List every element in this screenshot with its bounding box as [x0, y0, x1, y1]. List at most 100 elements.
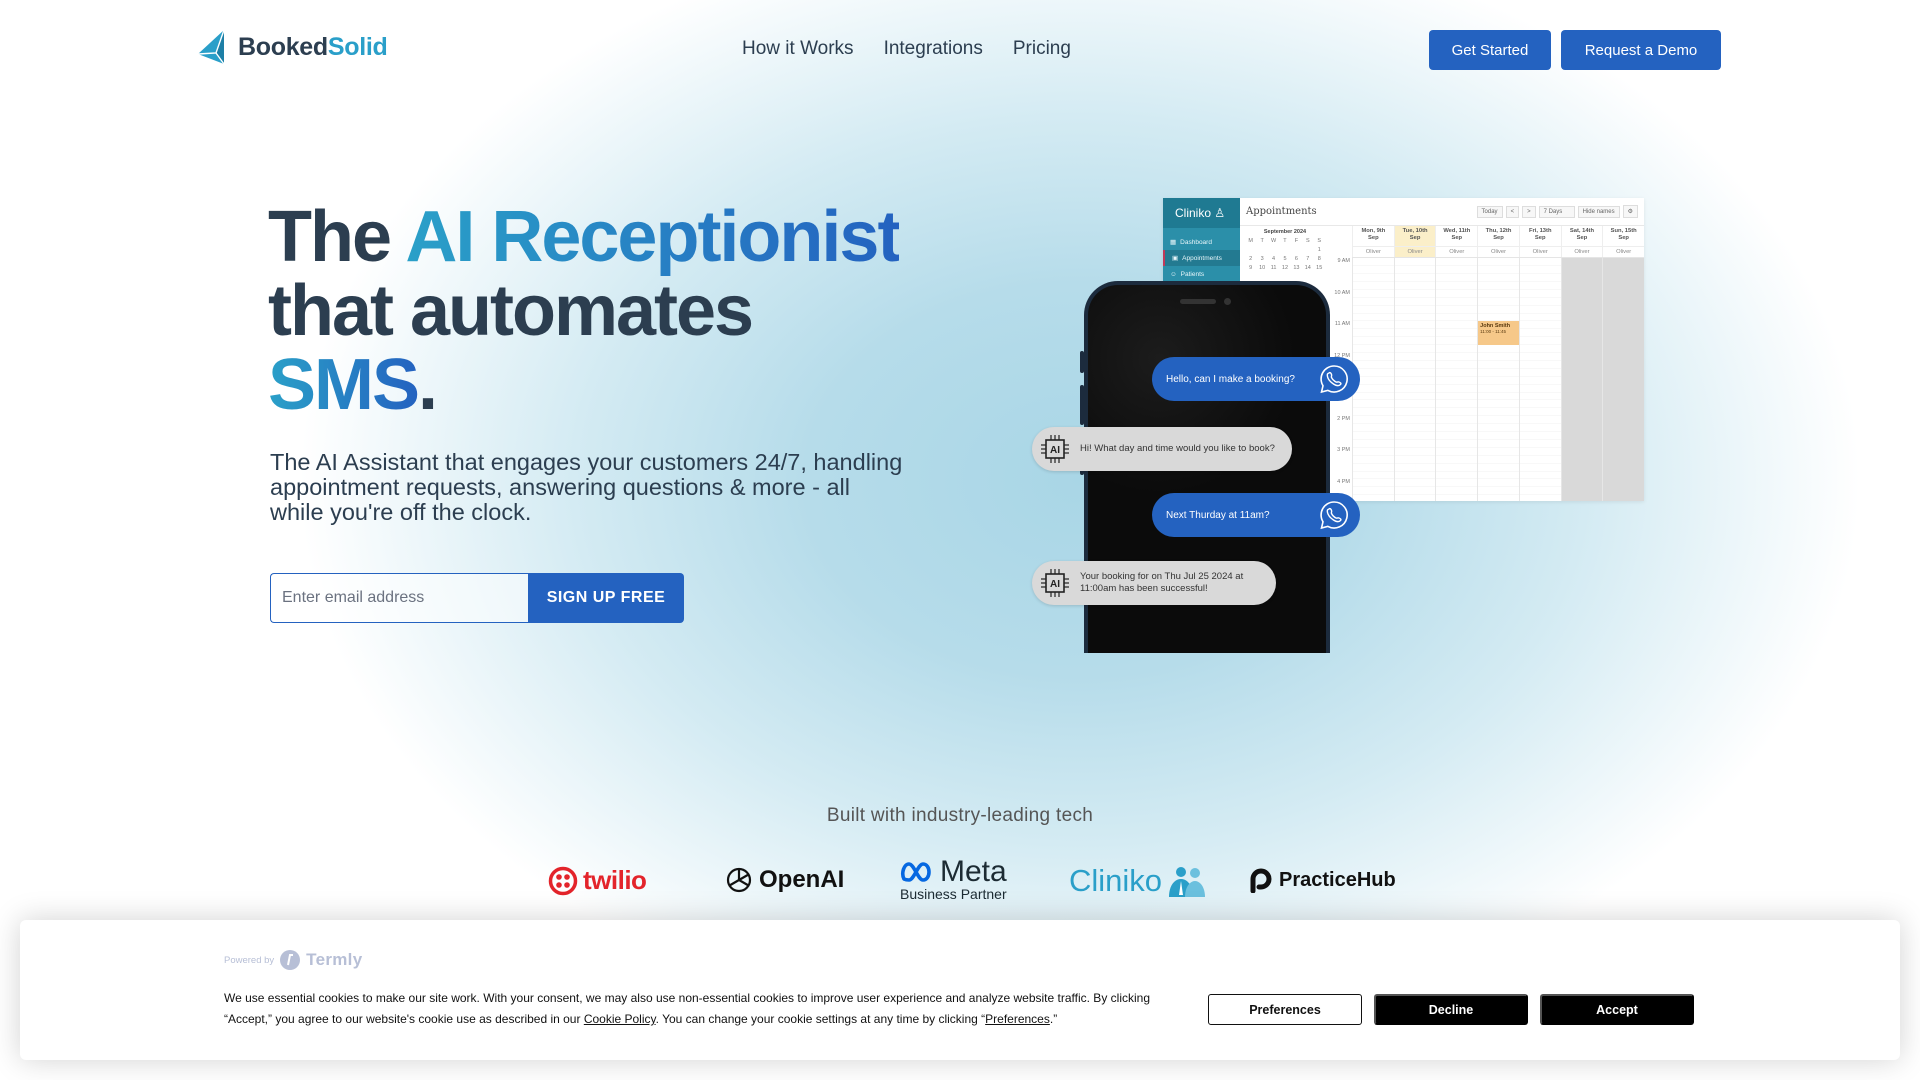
request-demo-button[interactable]: Request a Demo: [1561, 30, 1721, 70]
meta-business-partner-logo: Meta Business Partner: [900, 855, 1007, 903]
prev-control: <: [1505, 205, 1520, 218]
cookie-decline-button[interactable]: Decline: [1374, 994, 1528, 1025]
termly-logo-icon: [280, 950, 301, 970]
grid-icon: ▦: [1170, 239, 1177, 246]
people-icon: ♙: [1214, 206, 1226, 220]
user-icon: ☺: [1170, 270, 1177, 278]
day-month: Sep: [1409, 235, 1421, 241]
day-month: Sep: [1451, 235, 1463, 241]
mini-day: [1291, 246, 1302, 255]
practitioner-name: Oliver: [1436, 246, 1478, 256]
day-month: Sep: [1534, 235, 1546, 241]
time-label: 3 PM: [1337, 447, 1350, 453]
hero-title: The AI Receptionist that automates SMS.: [268, 197, 901, 425]
cookie-message: We use essential cookies to make our sit…: [224, 991, 1150, 1026]
nav-integrations[interactable]: Integrations: [884, 38, 983, 60]
ai-chip-icon: AI: [1041, 435, 1069, 463]
mini-week-row: 9 10 11 12 13 14 15: [1245, 264, 1325, 273]
time-label: 10 AM: [1334, 289, 1350, 296]
phone-camera: [1224, 298, 1231, 305]
time-label: 11 AM: [1334, 321, 1350, 327]
nav-how-it-works[interactable]: How it Works: [742, 38, 854, 60]
day-label: Tue, 10th: [1402, 228, 1428, 234]
hide-names-control: Hide names: [1577, 205, 1620, 218]
sidebar-item-patients: ☺ Patients: [1170, 270, 1205, 278]
mini-day: T: [1260, 238, 1264, 244]
brand-logo[interactable]: BookedSolid: [196, 28, 388, 66]
next-control: >: [1522, 205, 1536, 218]
openai-icon: [726, 867, 752, 893]
chat-message-ai: AI Hi! What day and time would you like …: [1032, 427, 1292, 471]
title-highlight: SMS: [268, 345, 420, 425]
today-control: Today: [1476, 205, 1503, 218]
practitioner-name: Oliver: [1353, 246, 1394, 256]
mini-day: [1245, 246, 1256, 255]
cookie-consent-banner: Powered by Termly We use essential cooki…: [20, 920, 1900, 1060]
practitioner-name: Oliver: [1519, 246, 1561, 256]
day-header: Sat, 14th Sep Oliver: [1560, 226, 1603, 257]
day-label: Fri, 13th: [1528, 228, 1552, 234]
day-column: [1518, 258, 1561, 501]
sign-up-free-button[interactable]: SIGN UP FREE: [528, 573, 684, 623]
ai-chip-icon: AI: [1041, 569, 1069, 597]
mini-day: S: [1317, 238, 1322, 244]
cookie-preferences-button[interactable]: Preferences: [1208, 994, 1362, 1025]
chat-message-ai: AI Your booking for on Thu Jul 25 2024 a…: [1032, 561, 1276, 605]
sidebar-item-dashboard: ▦ Dashboard: [1170, 238, 1212, 247]
whatsapp-icon: [1320, 501, 1348, 530]
phone-side-button: [1080, 385, 1084, 425]
meta-infinity-icon: [901, 862, 931, 882]
cliniko-people-icon: [1169, 867, 1206, 897]
phone-speaker: [1180, 299, 1216, 304]
email-input[interactable]: [270, 573, 528, 623]
day-label: Sat, 14th: [1569, 228, 1595, 234]
range-control: 7 Days: [1538, 205, 1575, 218]
openai-logo: OpenAI: [724, 865, 844, 895]
mini-day: 7: [1306, 256, 1310, 262]
day-label: Mon, 9th: [1361, 228, 1386, 234]
mini-day: [1279, 246, 1290, 255]
hero-subtitle: The AI Assistant that engages your custo…: [270, 449, 903, 525]
mini-day: 13: [1293, 265, 1300, 271]
cookie-accept-button[interactable]: Accept: [1540, 994, 1694, 1025]
day-month: Sep: [1576, 235, 1588, 241]
powered-by-termly[interactable]: Powered by Termly: [224, 950, 362, 970]
day-header: Wed, 11th Sep Oliver: [1435, 226, 1478, 257]
chat-message-user: Hello, can I make a booking?: [1152, 357, 1360, 401]
mini-day: [1268, 246, 1279, 255]
title-highlight: AI Receptionist: [405, 197, 901, 277]
mini-week-row: 2 3 4 5 6 7 8: [1245, 255, 1325, 264]
day-column: [1602, 258, 1644, 501]
day-headers: Mon, 9th Sep Oliver Tue, 10th Sep Oliver Wed, …: [1352, 226, 1644, 258]
day-label: Wed, 11th: [1443, 228, 1471, 234]
mini-day: [1256, 246, 1267, 255]
calendar-toolbar: Appointments Today < > 7 Days Hide names…: [1240, 198, 1644, 226]
day-column: [1560, 258, 1603, 501]
mini-day: 5: [1283, 256, 1287, 262]
mini-day: 8: [1317, 256, 1321, 262]
mini-day: 15: [1316, 265, 1323, 271]
day-header: Fri, 13th Sep Oliver: [1518, 226, 1561, 257]
site-header: BookedSolid How it Works Integrations Pr…: [0, 0, 1920, 100]
day-label: Thu, 12th: [1485, 228, 1512, 234]
cookie-policy-link[interactable]: Cookie Policy: [584, 1012, 656, 1026]
preferences-link[interactable]: Preferences: [985, 1012, 1050, 1026]
day-column: [1393, 258, 1436, 501]
mini-day: 1: [1317, 247, 1321, 253]
get-started-button[interactable]: Get Started: [1429, 30, 1551, 70]
nav-pricing[interactable]: Pricing: [1013, 38, 1071, 60]
time-label: 9 AM: [1337, 258, 1350, 264]
svg-text:AI: AI: [1050, 579, 1060, 590]
mini-day: 3: [1260, 256, 1264, 262]
cliniko-logo: Cliniko: [1069, 863, 1207, 899]
whatsapp-icon: [1320, 365, 1348, 394]
day-month: Sep: [1493, 235, 1504, 241]
day-column: John Smith 11:00 - 11:45: [1477, 258, 1519, 501]
mini-day: [1302, 246, 1313, 255]
tech-heading: Built with industry-leading tech: [826, 805, 1094, 826]
twilio-logo: twilio: [548, 865, 647, 896]
paper-plane-logo-icon: [197, 29, 225, 65]
week-grid: Mon, 9th Sep Oliver Tue, 10th Sep Oliver Wed, …: [1334, 226, 1644, 501]
time-label: 2 PM: [1337, 415, 1350, 422]
practicehub-icon: [1250, 868, 1272, 893]
